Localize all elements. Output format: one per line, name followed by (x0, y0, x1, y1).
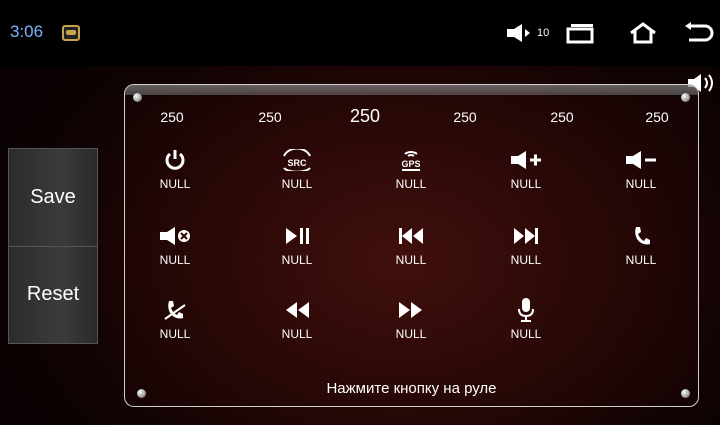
key-value: 250 (550, 109, 574, 125)
key-label: NULL (625, 177, 657, 191)
key-label: NULL (625, 253, 657, 267)
side-panel: Save Reset (8, 148, 98, 344)
key-label: NULL (395, 327, 427, 341)
key-label: NULL (281, 177, 313, 191)
home-icon (630, 22, 656, 44)
volume-indicator[interactable]: 10 (507, 18, 549, 48)
app-icon[interactable] (62, 25, 80, 41)
back-icon (685, 22, 714, 42)
src-icon: SRC (277, 147, 317, 173)
key-label: NULL (281, 253, 313, 267)
recent-apps-icon (566, 24, 594, 44)
key-microphone[interactable]: NULL (491, 297, 561, 353)
key-label: NULL (159, 253, 191, 267)
key-phone-hangup[interactable]: NULL (140, 297, 210, 353)
steering-wheel-panel: 250 250 250 250 250 250 NULL SRC NULL GP… (124, 84, 699, 407)
key-src[interactable]: SRC NULL (262, 147, 332, 203)
gps-icon: GPS (391, 147, 431, 173)
volume-down-icon (621, 147, 661, 173)
mute-icon (155, 223, 195, 249)
previous-track-icon (391, 223, 431, 249)
key-value: 250 (160, 109, 184, 125)
key-label: NULL (395, 253, 427, 267)
key-label: NULL (281, 327, 313, 341)
screw-icon (133, 93, 142, 102)
recent-apps-button[interactable] (566, 18, 596, 48)
key-label: NULL (510, 253, 542, 267)
volume-icon (507, 24, 530, 42)
key-power[interactable]: NULL (140, 147, 210, 203)
key-label: NULL (510, 327, 542, 341)
volume-up-icon (506, 147, 546, 173)
panel-top-bar (125, 85, 698, 95)
status-bar: 3:06 10 (0, 0, 720, 66)
clock: 3:06 (10, 22, 44, 41)
power-icon (155, 147, 195, 173)
volume-level: 10 (537, 27, 550, 39)
key-volume-up[interactable]: NULL (491, 147, 561, 203)
key-rewind[interactable]: NULL (262, 297, 332, 353)
svg-text:SRC: SRC (287, 158, 307, 168)
phone-hangup-icon (155, 297, 195, 323)
key-gps[interactable]: GPS NULL (376, 147, 446, 203)
key-next-track[interactable]: NULL (491, 223, 561, 279)
microphone-icon (506, 297, 546, 323)
home-button[interactable] (628, 18, 658, 48)
save-button[interactable]: Save (9, 149, 97, 247)
key-label: NULL (510, 177, 542, 191)
key-value: 250 (349, 106, 381, 126)
key-label: NULL (395, 177, 427, 191)
key-play-pause[interactable]: NULL (262, 223, 332, 279)
next-track-icon (506, 223, 546, 249)
key-mute[interactable]: NULL (140, 223, 210, 279)
key-fast-forward[interactable]: NULL (376, 297, 446, 353)
fast-forward-icon (391, 297, 431, 323)
key-label: NULL (159, 327, 191, 341)
key-phone-answer[interactable]: NULL (606, 223, 676, 279)
play-pause-icon (277, 223, 317, 249)
press-steering-button-hint: Нажмите кнопку на руле (326, 380, 497, 397)
rewind-icon (277, 297, 317, 323)
key-value: 250 (453, 109, 477, 125)
svg-text:GPS: GPS (401, 159, 420, 169)
key-label: NULL (159, 177, 191, 191)
key-value: 250 (645, 109, 669, 125)
screw-icon (681, 93, 690, 102)
key-volume-down[interactable]: NULL (606, 147, 676, 203)
screen-background: 3:06 10 Save Reset 250 250 250 250 250 2… (0, 0, 720, 425)
key-value: 250 (258, 109, 282, 125)
reset-button[interactable]: Reset (9, 246, 97, 343)
phone-answer-icon (621, 223, 661, 249)
back-button[interactable] (683, 18, 715, 48)
key-previous-track[interactable]: NULL (376, 223, 446, 279)
